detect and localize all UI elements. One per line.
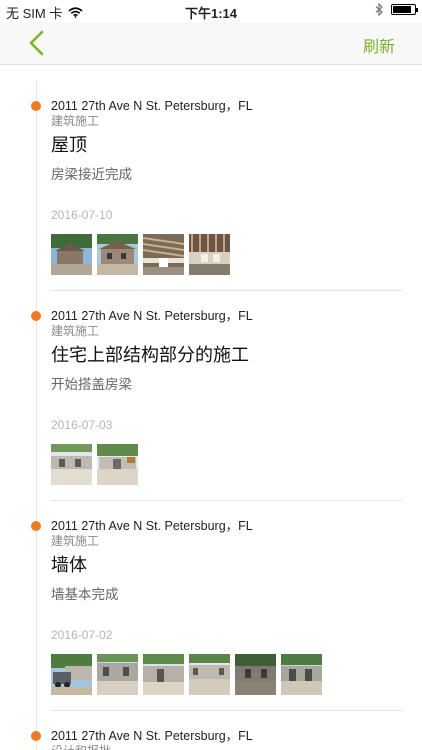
block-walls-photo[interactable] [51, 444, 92, 485]
bluetooth-icon [375, 3, 383, 16]
timeline-dot [31, 311, 41, 321]
entry-category: 建筑施工 [51, 324, 100, 338]
refresh-button[interactable]: 刷新 [363, 33, 395, 57]
status-bar: 无 SIM 卡 下午1:14 [0, 0, 422, 22]
entry-category: 建筑施工 [51, 114, 100, 128]
block-walls-photo[interactable] [97, 444, 138, 485]
entry-description: 开始搭盖房梁 [51, 377, 132, 392]
block-walls-photo[interactable] [235, 654, 276, 695]
entry-description: 墙基本完成 [51, 587, 119, 602]
timeline-dot [31, 521, 41, 531]
photo-strip [51, 444, 138, 485]
entry-divider [51, 710, 402, 711]
entry-description: 房梁接近完成 [51, 167, 132, 182]
house-exterior-photo[interactable] [97, 234, 138, 275]
entry-title: 住宅上部结构部分的施工 [51, 345, 249, 365]
photo-strip [51, 234, 230, 275]
entry-category: 设计和报批 [51, 742, 111, 750]
timeline-dot [31, 101, 41, 111]
roof-framing-photo[interactable] [143, 234, 184, 275]
timeline-list[interactable]: 2011 27th Ave N St. Petersburg，FL 建筑施工 屋… [0, 66, 422, 750]
block-walls-photo[interactable] [189, 654, 230, 695]
entry-date: 2016-07-03 [51, 418, 113, 432]
block-walls-photo[interactable] [143, 654, 184, 695]
site-truck-photo[interactable] [51, 654, 92, 695]
entry-title: 墙体 [51, 555, 87, 575]
entry-title: 屋顶 [51, 135, 87, 155]
entry-divider [51, 290, 402, 291]
entry-divider [51, 500, 402, 501]
entry-category: 建筑施工 [51, 534, 100, 548]
timeline-dot [31, 731, 41, 741]
block-walls-photo[interactable] [97, 654, 138, 695]
timeline-rail [36, 80, 37, 750]
entry-date: 2016-07-10 [51, 208, 113, 222]
battery-icon [391, 4, 418, 15]
photo-strip [51, 654, 322, 695]
house-exterior-photo[interactable] [51, 234, 92, 275]
back-chevron-icon[interactable] [26, 30, 50, 56]
block-walls-photo[interactable] [281, 654, 322, 695]
navigation-bar: 刷新 [0, 22, 422, 65]
roof-framing-photo[interactable] [189, 234, 230, 275]
entry-date: 2016-07-02 [51, 628, 113, 642]
status-time: 下午1:14 [184, 6, 238, 21]
